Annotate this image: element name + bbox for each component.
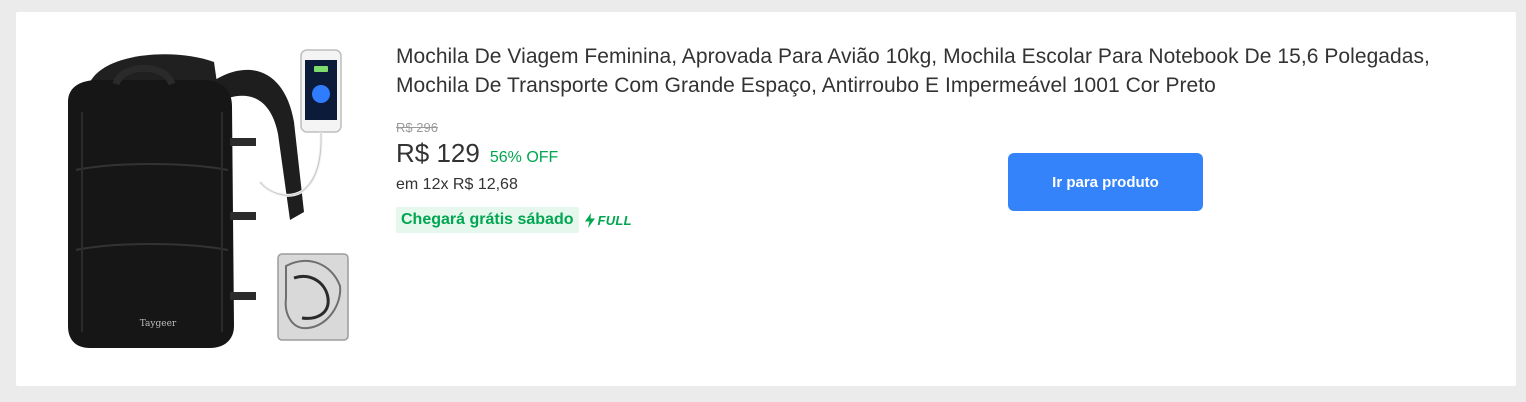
full-badge: FULL — [584, 212, 632, 228]
lightning-bolt-icon — [584, 212, 595, 228]
product-title[interactable]: Mochila De Viagem Feminina, Aprovada Par… — [396, 42, 1466, 100]
full-label: FULL — [597, 212, 632, 228]
svg-text:Taygeer: Taygeer — [140, 319, 177, 329]
product-info: Mochila De Viagem Feminina, Aprovada Par… — [396, 42, 1466, 233]
product-card: Taygeer Mochila De Viagem Feminina, Apro… — [16, 12, 1516, 386]
installments-text: em 12x R$ 12,68 — [396, 176, 518, 193]
current-price: R$ 129 — [396, 138, 480, 168]
free-shipping-badge: Chegará grátis sábado — [396, 207, 579, 233]
price-row: R$ 129 56% OFF — [396, 138, 1466, 170]
go-to-product-button[interactable]: Ir para produto — [1008, 153, 1203, 211]
discount-label: 56% OFF — [489, 149, 559, 166]
shipping-row: Chegará grátis sábado FULL — [396, 207, 1466, 233]
product-image[interactable]: Taygeer — [46, 42, 366, 357]
original-price: R$ 296 — [396, 120, 438, 135]
